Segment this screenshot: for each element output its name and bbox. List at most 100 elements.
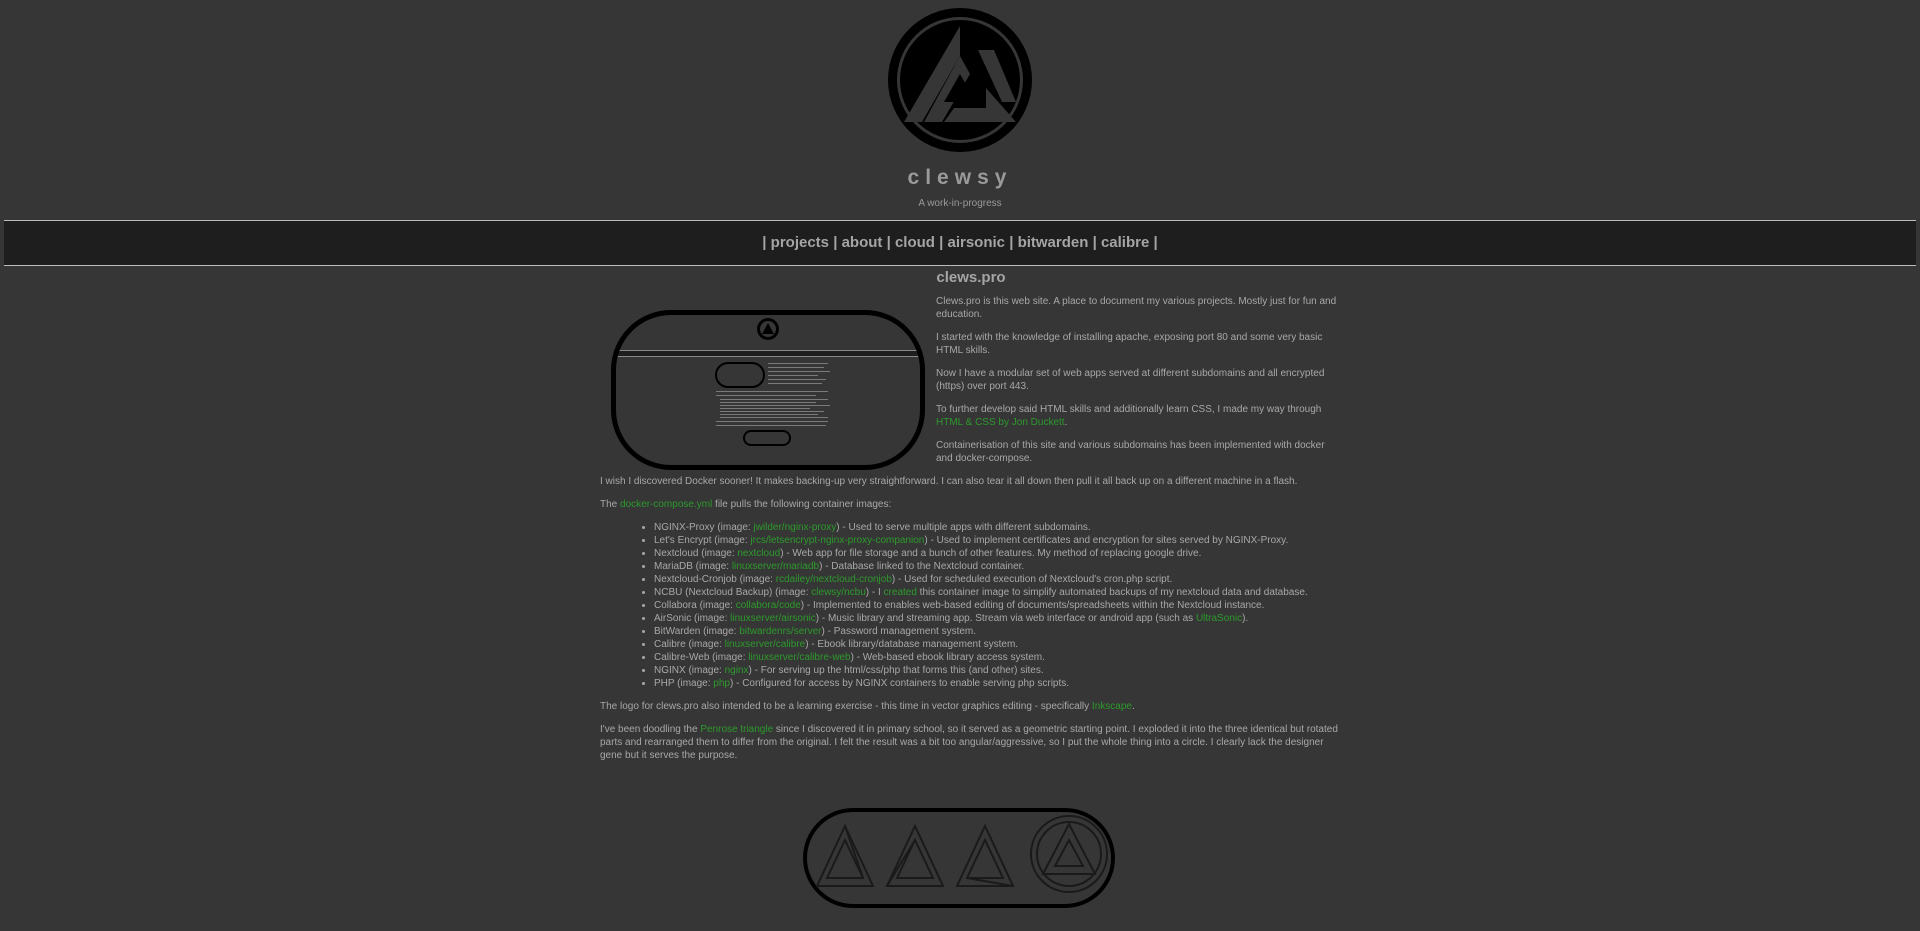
inkscape-link[interactable]: Inkscape xyxy=(1092,701,1132,712)
paragraph-text: The xyxy=(600,499,621,510)
site-tagline: A work-in-progress xyxy=(918,198,1002,209)
container-description: - Web app for file storage and a bunch o… xyxy=(783,548,1202,559)
container-image-link[interactable]: collabora/code xyxy=(736,600,801,611)
container-image-link[interactable]: nginx xyxy=(725,665,749,676)
intro-paragraph: Clews.pro is this web site. A place to d… xyxy=(936,296,1337,320)
container-name: PHP xyxy=(654,678,675,689)
nav-link-projects[interactable]: projects xyxy=(771,234,829,251)
container-description: - Password management system. xyxy=(824,626,977,637)
description-link[interactable]: UltraSonic xyxy=(1196,613,1242,624)
site-logo[interactable] xyxy=(884,4,1036,156)
site-header: clewsy A work-in-progress xyxy=(0,0,1920,220)
container-list-item: NGINX-Proxy (image: jwilder/nginx-proxy)… xyxy=(654,521,1342,534)
container-name: Calibre-Web xyxy=(654,652,710,663)
nav-link-bitwarden[interactable]: bitwarden xyxy=(1018,234,1089,251)
paragraph-text: The logo for clews.pro also intended to … xyxy=(600,701,1092,712)
container-image-link[interactable]: linuxserver/calibre xyxy=(725,639,806,650)
logo-paragraph: The logo for clews.pro also intended to … xyxy=(600,700,1342,713)
container-list-item: Let's Encrypt (image: jrcs/letsencrypt-n… xyxy=(654,534,1342,547)
paragraph-text: . xyxy=(1064,417,1068,428)
container-image-link[interactable]: bitwardenrs/server xyxy=(739,626,821,637)
compose-paragraph: The docker-compose.yml file pulls the fo… xyxy=(600,498,1342,511)
container-list: NGINX-Proxy (image: jwilder/nginx-proxy)… xyxy=(600,521,1342,690)
site-title[interactable]: clewsy xyxy=(0,166,1920,190)
container-list-item: AirSonic (image: linuxserver/airsonic) -… xyxy=(654,612,1342,625)
nav-separator: | xyxy=(1153,234,1158,251)
nav-separator: | xyxy=(1009,234,1014,251)
paragraph-text: file pulls the following container image… xyxy=(712,499,892,510)
nav-separator: | xyxy=(886,234,891,251)
container-image-link[interactable]: linuxserver/mariadb xyxy=(732,561,819,572)
container-name: NGINX-Proxy xyxy=(654,522,715,533)
container-description: - For serving up the html/css/php that f… xyxy=(751,665,1044,676)
container-list-item: MariaDB (image: linuxserver/mariadb) - D… xyxy=(654,560,1342,573)
container-image-link[interactable]: nextcloud xyxy=(737,548,780,559)
paragraph-text: To further develop said HTML skills and … xyxy=(936,404,1322,415)
intro-paragraph: I started with the knowledge of installi… xyxy=(936,332,1323,356)
container-name: NCBU (Nextcloud Backup) xyxy=(654,587,773,598)
container-image-link[interactable]: jrcs/letsencrypt-nginx-proxy-companion xyxy=(750,535,924,546)
container-name: NGINX xyxy=(654,665,686,676)
container-list-item: NCBU (Nextcloud Backup) (image: clewsy/n… xyxy=(654,586,1342,599)
nav-link-airsonic[interactable]: airsonic xyxy=(947,234,1005,251)
jon-duckett-link[interactable]: HTML & CSS by Jon Duckett xyxy=(936,417,1065,428)
container-name: Let's Encrypt xyxy=(654,535,712,546)
container-description: - Implemented to enables web-based editi… xyxy=(804,600,1265,611)
container-name: Nextcloud xyxy=(654,548,699,559)
docker-compose-link[interactable]: docker-compose.yml xyxy=(620,499,712,510)
container-name: Nextcloud-Cronjob xyxy=(654,574,737,585)
container-description: - Used to implement certificates and enc… xyxy=(927,535,1289,546)
penrose-triangle-link[interactable]: Penrose triangle xyxy=(700,724,773,735)
container-image-link[interactable]: linuxserver/airsonic xyxy=(730,613,816,624)
container-description: - I created this container image to simp… xyxy=(869,587,1308,598)
container-list-item: NGINX (image: nginx) - For serving up th… xyxy=(654,664,1342,677)
paragraph-text: I've been doodling the xyxy=(600,724,701,735)
container-image-link[interactable]: rcdailey/nextcloud-cronjob xyxy=(776,574,892,585)
logo-evolution-drawing xyxy=(815,815,1108,893)
nav-separator: | xyxy=(833,234,838,251)
intro-paragraph: Now I have a modular set of web apps ser… xyxy=(936,368,1325,392)
site-screenshot-thumbnail xyxy=(616,318,920,446)
container-name: Calibre xyxy=(654,639,686,650)
description-link[interactable]: created xyxy=(884,587,917,598)
container-image-link[interactable]: php xyxy=(713,678,730,689)
container-list-item: BitWarden (image: bitwardenrs/server) - … xyxy=(654,625,1342,638)
nav-link-calibre[interactable]: calibre xyxy=(1101,234,1149,251)
site-screenshot-image[interactable] xyxy=(611,310,925,470)
container-description: - Ebook library/database management syst… xyxy=(808,639,1019,650)
paragraph-text: . xyxy=(1131,701,1135,712)
container-description: - Music library and streaming app. Strea… xyxy=(819,613,1249,624)
nav-link-about[interactable]: about xyxy=(842,234,883,251)
container-description: - Database linked to the Nextcloud conta… xyxy=(822,561,1025,572)
main-navigation: | projects | about | cloud | airsonic | … xyxy=(4,220,1916,266)
container-list-item: Calibre (image: linuxserver/calibre) - E… xyxy=(654,638,1342,651)
penrose-paragraph: I've been doodling the Penrose triangle … xyxy=(600,723,1342,762)
containerisation-paragraph: Containerisation of this site and variou… xyxy=(936,440,1325,464)
logo-evolution-image[interactable] xyxy=(803,808,1115,908)
container-name: BitWarden xyxy=(654,626,701,637)
container-description: - Web-based ebook library access system. xyxy=(853,652,1045,663)
nav-separator: | xyxy=(762,234,767,251)
container-name: Collabora xyxy=(654,600,697,611)
container-description: - Used to serve multiple apps with diffe… xyxy=(839,522,1091,533)
docker-paragraph: I wish I discovered Docker sooner! It ma… xyxy=(600,476,1298,487)
nav-separator: | xyxy=(1092,234,1097,251)
container-list-item: Nextcloud-Cronjob (image: rcdailey/nextc… xyxy=(654,573,1342,586)
container-image-link[interactable]: clewsy/ncbu xyxy=(811,587,865,598)
container-description: - Configured for access by NGINX contain… xyxy=(733,678,1070,689)
css-paragraph: To further develop said HTML skills and … xyxy=(936,403,1342,429)
nav-separator: | xyxy=(939,234,944,251)
container-list-item: Collabora (image: collabora/code) - Impl… xyxy=(654,599,1342,612)
main-content: clews.pro Clews.pro is this web site. A … xyxy=(600,269,1342,908)
container-image-link[interactable]: linuxserver/calibre-web xyxy=(748,652,850,663)
intro-section: Clews.pro is this web site. A place to d… xyxy=(936,295,1342,465)
container-list-item: Calibre-Web (image: linuxserver/calibre-… xyxy=(654,651,1342,664)
container-name: AirSonic xyxy=(654,613,692,624)
container-description: - Used for scheduled execution of Nextcl… xyxy=(895,574,1173,585)
container-image-link[interactable]: jwilder/nginx-proxy xyxy=(753,522,836,533)
container-list-item: PHP (image: php) - Configured for access… xyxy=(654,677,1342,690)
container-name: MariaDB xyxy=(654,561,693,572)
container-list-item: Nextcloud (image: nextcloud) - Web app f… xyxy=(654,547,1342,560)
nav-link-cloud[interactable]: cloud xyxy=(895,234,935,251)
page-title: clews.pro xyxy=(936,269,1006,286)
